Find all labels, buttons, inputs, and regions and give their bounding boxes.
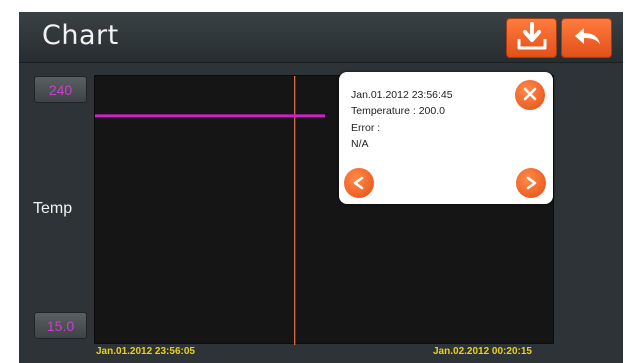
- download-button[interactable]: [506, 18, 557, 58]
- y-axis-label: Temp: [33, 200, 73, 217]
- download-icon: [515, 21, 549, 55]
- popup-prev-button[interactable]: [344, 168, 374, 198]
- chevron-left-icon: [352, 171, 366, 195]
- x-axis-start-label: Jan.01.2012 23:56:05: [96, 346, 195, 357]
- page-title: Chart: [42, 20, 119, 51]
- popup-error-value: N/A: [351, 138, 369, 150]
- chart-screen: Chart 240 Temp 15.0 Jan.01.2012 23:56:05…: [19, 12, 623, 363]
- popup-error-label: Error :: [351, 122, 381, 134]
- popup-timestamp: Jan.01.2012 23:56:45: [351, 89, 453, 101]
- x-axis-end-label: Jan.02.2012 00:20:15: [433, 346, 532, 357]
- y-min-button[interactable]: 15.0: [34, 312, 87, 339]
- popup-temperature: Temperature : 200.0: [351, 105, 445, 117]
- close-icon: [523, 85, 537, 106]
- data-point-popup: Jan.01.2012 23:56:45 Temperature : 200.0…: [339, 72, 553, 204]
- popup-next-button[interactable]: [516, 168, 546, 198]
- popup-close-button[interactable]: [515, 80, 545, 110]
- chevron-right-icon: [524, 171, 538, 195]
- back-arrow-icon: [570, 23, 604, 53]
- back-button[interactable]: [561, 18, 612, 58]
- header-bar: Chart: [19, 12, 623, 63]
- y-max-button[interactable]: 240: [34, 76, 87, 103]
